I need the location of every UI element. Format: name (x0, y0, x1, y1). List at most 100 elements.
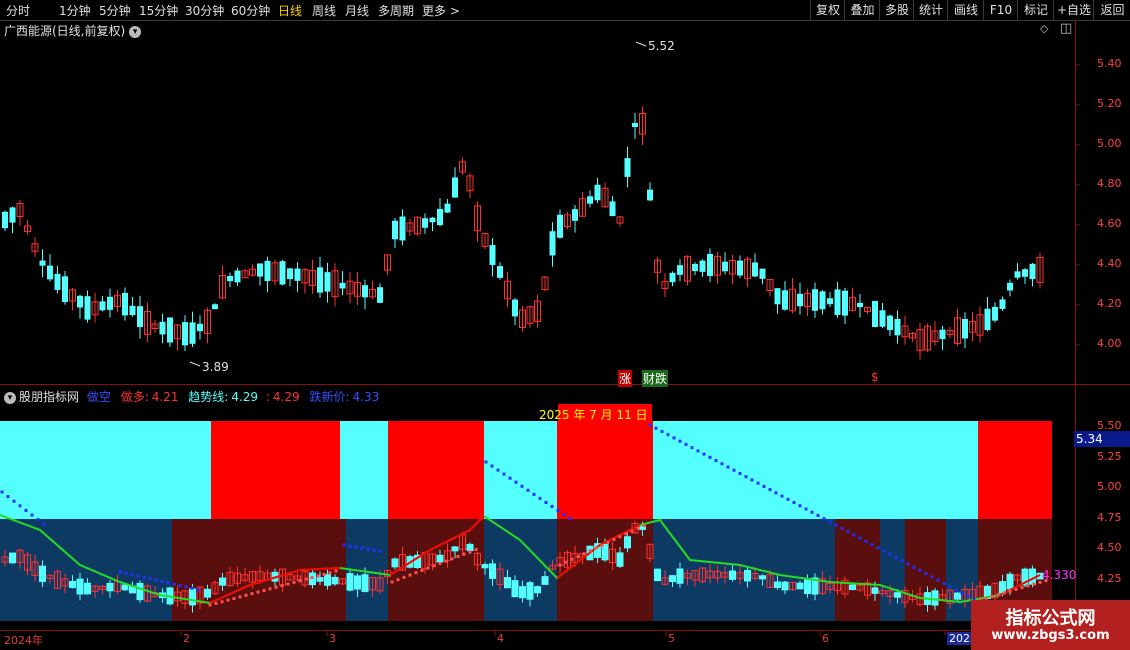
candle-body-down (489, 245, 496, 265)
candle-body-down (122, 292, 128, 316)
x-label: 2 (183, 632, 190, 645)
support-dot (274, 585, 278, 589)
stop-dot (792, 501, 796, 505)
stop-dot (930, 575, 934, 579)
stop-dot (526, 488, 530, 492)
stop-dot (690, 446, 694, 450)
support-dot (456, 555, 460, 558)
stop-dot (160, 579, 164, 583)
field1-value: 4.21 (151, 390, 179, 404)
stop-dot (966, 594, 970, 598)
stop-dot (342, 543, 346, 547)
stop-dot (828, 520, 832, 524)
indicator-value-tag: 4.330 (1042, 568, 1077, 582)
regime-block (978, 421, 1052, 519)
stop-dot (660, 429, 664, 433)
candle-body-down (857, 302, 863, 308)
y-tick: 4.75 (1097, 511, 1122, 524)
y-tick: 4.20 (1097, 297, 1122, 310)
y-tick: 4.00 (1097, 337, 1122, 350)
support-dot (232, 597, 236, 601)
stop-dot (858, 536, 862, 540)
candle-body-down (999, 299, 1006, 309)
candle-body-down (212, 304, 218, 310)
candle-body-down (992, 306, 998, 321)
stop-dot (18, 504, 22, 508)
candle-body-down (189, 322, 196, 344)
stop-dot (148, 577, 152, 581)
candle-body-down (722, 261, 728, 272)
stop-dot (768, 488, 772, 492)
stop-dot (912, 565, 916, 569)
stop-dot (906, 562, 910, 566)
ind-candle-body (331, 576, 339, 585)
support-dot (310, 576, 314, 580)
ind-candle-body (654, 568, 661, 582)
x-label: 4 (497, 632, 504, 645)
ind-candle-body (121, 584, 129, 591)
stop-dot (666, 433, 670, 437)
ind-candle-body (324, 574, 331, 586)
support-dot (594, 546, 598, 550)
stop-dot (870, 543, 874, 547)
low-price-label: 3.89 (202, 360, 229, 374)
candle-body-down (759, 268, 766, 279)
regime-block (653, 421, 978, 519)
ind-candle-body (601, 544, 609, 561)
support-dot (600, 543, 604, 547)
candle-body-down (362, 285, 368, 298)
candle-body-down (737, 260, 743, 276)
watermark-url: www.zbgs3.com (991, 628, 1110, 643)
candle-body-down (62, 276, 68, 303)
candle-body-down (557, 214, 563, 238)
stop-dot (822, 517, 826, 521)
ind-candle-body (871, 587, 879, 594)
stop-dot (172, 582, 176, 586)
candle-body-down (339, 282, 346, 289)
stop-dot (544, 500, 548, 504)
candle-body-down (699, 260, 706, 272)
ind-candle-body (1006, 573, 1014, 590)
support-dot (316, 574, 320, 578)
ind-candle-body (316, 577, 324, 582)
indicator-state: 做空 (86, 390, 111, 404)
chevron-down-icon[interactable]: ▾ (4, 391, 16, 404)
stop-dot (942, 581, 946, 585)
stop-dot (24, 508, 28, 512)
stop-dot (876, 546, 880, 550)
y-tick: 4.50 (1097, 541, 1122, 554)
regime-block (211, 421, 340, 519)
y-tick: 5.25 (1097, 450, 1122, 463)
stop-dot (882, 549, 886, 553)
support-dot (576, 555, 580, 559)
ind-candle-body (204, 588, 211, 598)
support-dot (558, 563, 562, 567)
support-dot (570, 557, 574, 561)
stop-dot (166, 581, 170, 585)
ind-candle-body (436, 554, 444, 563)
candle-body-down (512, 299, 518, 317)
signal-caidie: 财跌 (642, 370, 669, 387)
support-dot (220, 600, 224, 604)
stop-dot (894, 555, 898, 559)
candle-body-down (497, 266, 503, 278)
signal-zhang: 涨 (618, 370, 633, 387)
candle-body-down (782, 290, 788, 310)
ind-candle-body (729, 570, 736, 580)
stop-dot (786, 497, 790, 501)
stop-dot (708, 455, 712, 459)
candle-body-down (287, 268, 293, 280)
candle-body-down (54, 273, 61, 290)
regime-block (340, 421, 388, 519)
stop-dot (0, 490, 4, 494)
ind-candle-body (781, 581, 789, 591)
candle-body-down (677, 265, 683, 275)
support-dot (250, 592, 254, 596)
ind-candle-body (511, 580, 519, 598)
y-tick: 4.25 (1097, 572, 1122, 585)
y-tick: 5.00 (1097, 480, 1122, 493)
candle-body-down (2, 211, 8, 229)
stop-dot (780, 494, 784, 498)
stop-dot (888, 552, 892, 556)
candle-body-down (842, 290, 848, 316)
